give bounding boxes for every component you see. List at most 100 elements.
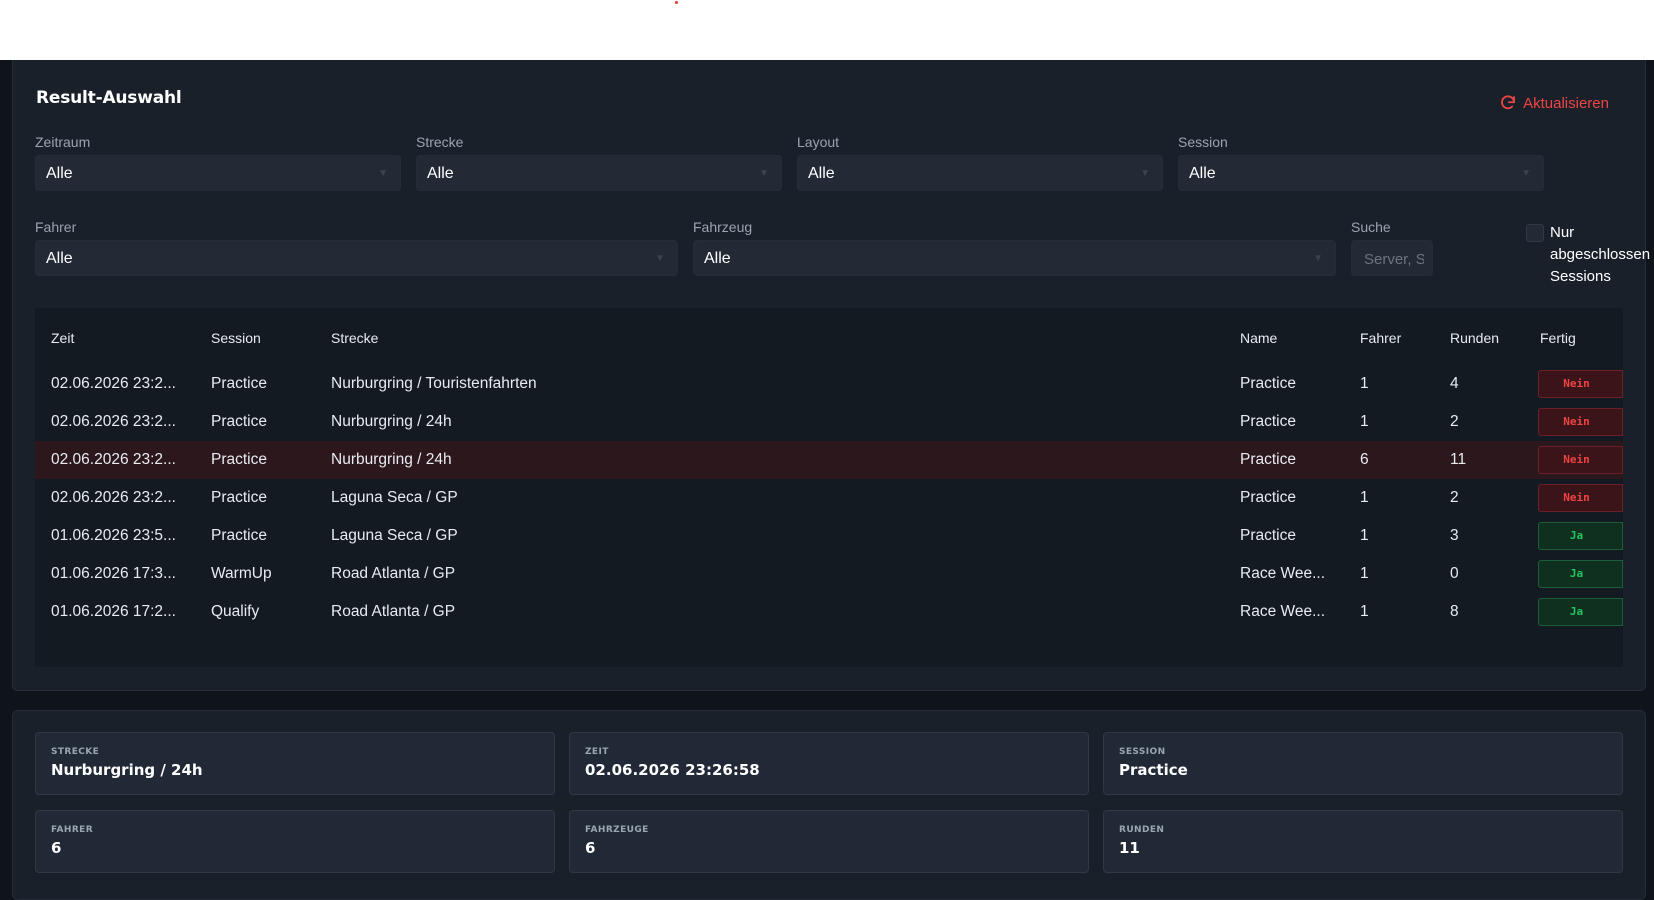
table-row[interactable]: 02.06.2026 23:2... Practice Nurburgring / … xyxy=(35,441,1623,479)
strecke-label: Strecke xyxy=(416,134,464,150)
results-table: Zeit Session Strecke Name Fahrer Runden … xyxy=(35,308,1623,667)
session-value: Alle xyxy=(1189,165,1216,182)
session-label: Session xyxy=(1178,134,1228,150)
status-badge: Ja xyxy=(1538,598,1623,626)
detail-card-zeit: ZEIT 02.06.2026 23:26:58 xyxy=(569,732,1089,795)
detail-value: 6 xyxy=(585,839,596,857)
detail-card-runden: RUNDEN 11 xyxy=(1103,810,1623,873)
col-header-strecke[interactable]: Strecke xyxy=(331,330,378,346)
cell-name: Practice xyxy=(1240,489,1296,506)
cell-name: Practice xyxy=(1240,413,1296,430)
chevron-down-icon: ▼ xyxy=(655,253,665,264)
layout-select[interactable]: Alle ▼ xyxy=(797,155,1163,191)
refresh-button[interactable]: Aktualisieren xyxy=(1499,94,1609,112)
cell-name: Practice xyxy=(1240,527,1296,544)
cell-fahrer: 1 xyxy=(1360,565,1369,582)
cell-runden: 2 xyxy=(1450,413,1459,430)
detail-card-strecke: STRECKE Nurburgring / 24h xyxy=(35,732,555,795)
cell-session: Practice xyxy=(211,489,267,506)
col-header-session[interactable]: Session xyxy=(211,330,261,346)
zeitraum-value: Alle xyxy=(46,165,73,182)
cell-fahrer: 1 xyxy=(1360,603,1369,620)
detail-label: SESSION xyxy=(1119,747,1166,757)
only-finished-label: Nur abgeschlossen Sessions xyxy=(1550,222,1654,288)
detail-value: 11 xyxy=(1119,839,1140,857)
only-finished-checkbox[interactable] xyxy=(1526,224,1544,242)
cell-strecke: Nurburgring / 24h xyxy=(331,451,452,468)
suche-label: Suche xyxy=(1351,219,1391,235)
chevron-down-icon: ▼ xyxy=(1521,168,1531,179)
cell-zeit: 02.06.2026 23:2... xyxy=(51,413,176,430)
search-input[interactable] xyxy=(1362,241,1426,277)
col-header-fertig[interactable]: Fertig xyxy=(1540,330,1576,346)
cell-session: Practice xyxy=(211,527,267,544)
table-row[interactable]: 02.06.2026 23:2... Practice Nurburgring / … xyxy=(35,403,1623,441)
zeitraum-select[interactable]: Alle ▼ xyxy=(35,155,401,191)
fahrer-label: Fahrer xyxy=(35,219,77,235)
cell-zeit: 02.06.2026 23:2... xyxy=(51,375,176,392)
detail-value: 6 xyxy=(51,839,62,857)
session-details-panel: STRECKE Nurburgring / 24h ZEIT 02.06.202… xyxy=(12,710,1646,900)
status-badge: Ja xyxy=(1538,560,1623,588)
fahrzeug-select[interactable]: Alle ▼ xyxy=(693,240,1336,276)
session-select[interactable]: Alle ▼ xyxy=(1178,155,1544,191)
strecke-select[interactable]: Alle ▼ xyxy=(416,155,782,191)
cell-session: WarmUp xyxy=(211,565,272,582)
refresh-label: Aktualisieren xyxy=(1523,94,1609,112)
cell-zeit: 01.06.2026 17:3... xyxy=(51,565,176,582)
cell-zeit: 02.06.2026 23:2... xyxy=(51,451,176,468)
cell-fahrer: 1 xyxy=(1360,375,1369,392)
detail-label: ZEIT xyxy=(585,747,609,757)
cell-fahrer: 1 xyxy=(1360,413,1369,430)
status-badge: Nein xyxy=(1538,408,1623,436)
detail-value: Practice xyxy=(1119,761,1188,779)
strecke-value: Alle xyxy=(427,165,454,182)
layout-value: Alle xyxy=(808,165,835,182)
status-badge: Nein xyxy=(1538,446,1623,474)
chevron-down-icon: ▼ xyxy=(1313,253,1323,264)
col-header-name[interactable]: Name xyxy=(1240,330,1277,346)
table-row[interactable]: 02.06.2026 23:2... Practice Laguna Seca / … xyxy=(35,479,1623,517)
cell-name: Race Wee... xyxy=(1240,565,1326,582)
cell-fahrer: 6 xyxy=(1360,451,1369,468)
cell-session: Qualify xyxy=(211,603,260,620)
status-badge: Nein xyxy=(1538,484,1623,512)
cell-strecke: Laguna Seca / GP xyxy=(331,489,458,506)
cell-name: Race Wee... xyxy=(1240,603,1326,620)
cell-runden: 4 xyxy=(1450,375,1459,392)
table-row[interactable]: 01.06.2026 23:5... Practice Laguna Seca / … xyxy=(35,517,1623,555)
cell-strecke: Nurburgring / Touristenfahrten xyxy=(331,375,537,392)
cell-runden: 2 xyxy=(1450,489,1459,506)
detail-label: FAHRZEUGE xyxy=(585,825,649,835)
table-row[interactable]: 01.06.2026 17:3... WarmUp Road Atlanta / G… xyxy=(35,555,1623,593)
cell-runden: 0 xyxy=(1450,565,1459,582)
col-header-runden[interactable]: Runden xyxy=(1450,330,1499,346)
cell-name: Practice xyxy=(1240,375,1296,392)
detail-value: 02.06.2026 23:26:58 xyxy=(585,761,760,779)
panel-title: Result-Auswahl xyxy=(36,88,182,108)
cell-session: Practice xyxy=(211,375,267,392)
cell-zeit: 01.06.2026 17:2... xyxy=(51,603,176,620)
cell-strecke: Laguna Seca / GP xyxy=(331,527,458,544)
indicator-dot xyxy=(675,1,678,4)
status-badge: Nein xyxy=(1538,370,1623,398)
cell-strecke: Road Atlanta / GP xyxy=(331,603,456,620)
cell-fahrer: 1 xyxy=(1360,489,1369,506)
cell-strecke: Road Atlanta / GP xyxy=(331,565,456,582)
refresh-icon xyxy=(1501,95,1516,110)
cell-runden: 8 xyxy=(1450,603,1459,620)
chevron-down-icon: ▼ xyxy=(378,168,388,179)
detail-label: FAHRER xyxy=(51,825,94,835)
table-row[interactable]: 01.06.2026 17:2... Qualify Road Atlanta / … xyxy=(35,593,1623,631)
detail-label: RUNDEN xyxy=(1119,825,1165,835)
only-finished-label-line: abgeschlossen xyxy=(1550,246,1651,263)
fahrer-select[interactable]: Alle ▼ xyxy=(35,240,678,276)
detail-value: Nurburgring / 24h xyxy=(51,761,203,779)
layout-label: Layout xyxy=(797,134,840,150)
col-header-fahrer[interactable]: Fahrer xyxy=(1360,330,1401,346)
detail-card-fahrzeuge: FAHRZEUGE 6 xyxy=(569,810,1089,873)
table-row[interactable]: 02.06.2026 23:2... Practice Nurburgring / … xyxy=(35,365,1623,403)
cell-strecke: Nurburgring / 24h xyxy=(331,413,452,430)
search-field[interactable] xyxy=(1351,240,1433,277)
col-header-zeit[interactable]: Zeit xyxy=(51,330,74,346)
